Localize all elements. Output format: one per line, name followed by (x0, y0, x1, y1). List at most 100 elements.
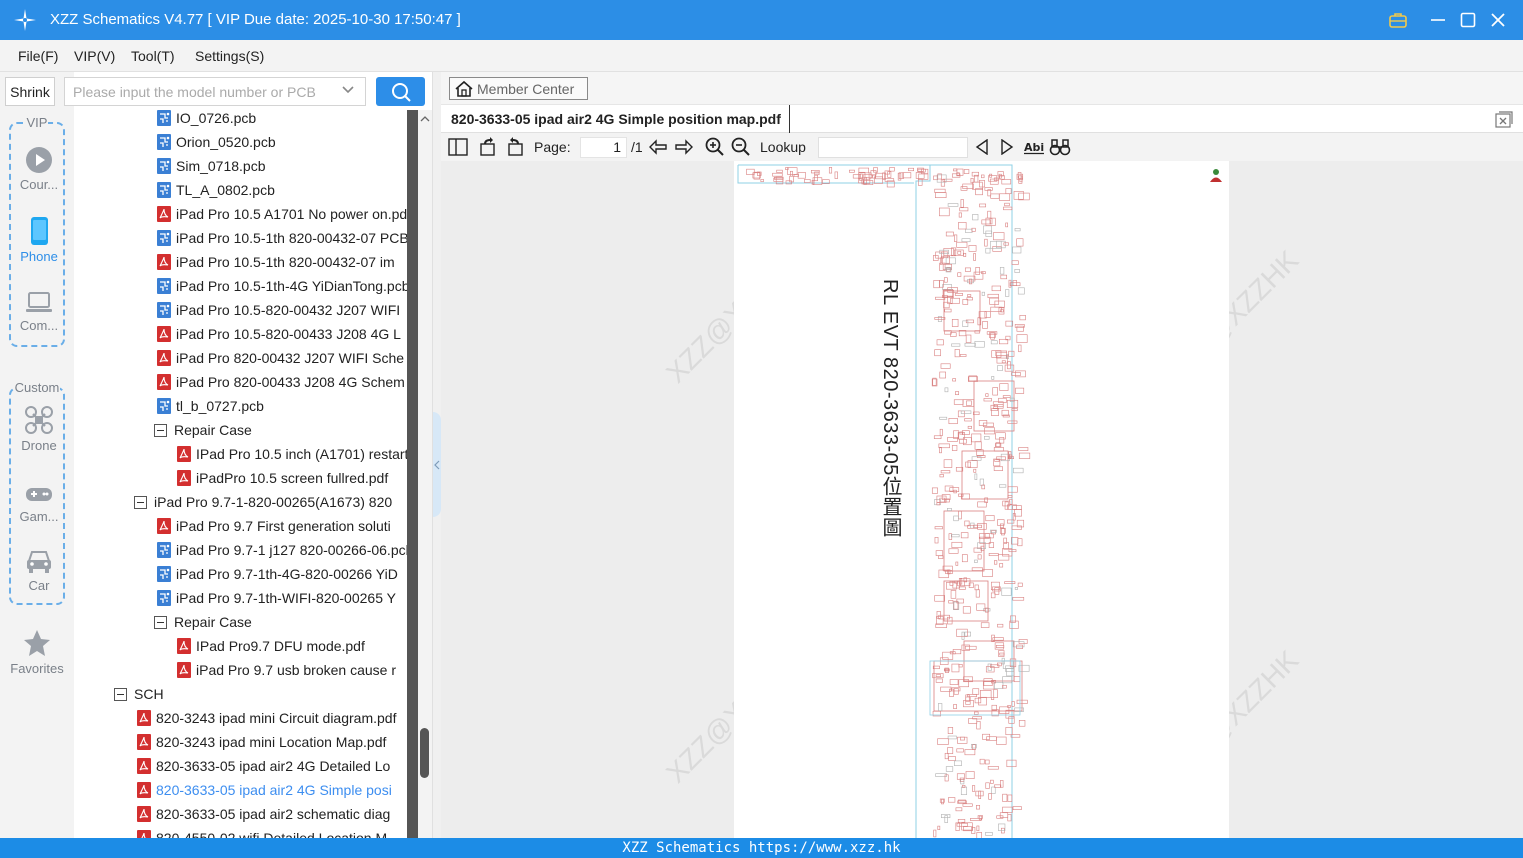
tree-file[interactable]: IPad Pro 10.5 inch (A1701) restart (176, 442, 408, 466)
zoom-in-button[interactable] (704, 137, 726, 157)
maximize-button[interactable] (1456, 8, 1480, 32)
pdf-file-icon (137, 806, 151, 822)
menu-vip[interactable]: VIP(V) (74, 48, 115, 64)
tree-file[interactable]: iPadPro 10.5 screen fullred.pdf (176, 466, 388, 490)
tree-file[interactable]: iPad Pro 10.5-1th 820-00432-07 PCB (156, 226, 409, 250)
collapse-toggle-icon[interactable] (154, 615, 167, 629)
rail-label-favorites: Favorites (10, 661, 64, 676)
home-icon (455, 80, 473, 97)
collapse-toggle-icon[interactable] (154, 423, 167, 437)
match-case-button[interactable]: Abi (1023, 137, 1045, 157)
tree-file[interactable]: Sim_0718.pcb (156, 154, 266, 178)
model-search-input[interactable]: Please input the model number or PCB (64, 77, 366, 106)
rail-item-favorites[interactable]: Favorites (9, 628, 65, 676)
rotate-right-button[interactable] (477, 137, 499, 157)
page-number-input[interactable]: 1 (580, 137, 627, 158)
custom-group-title: Custom (13, 380, 61, 395)
next-page-button[interactable] (673, 137, 695, 157)
rail-item-games[interactable]: Gam... (11, 482, 67, 524)
file-tree: IO_0726.pcb Orion_0520.pcb Sim_0718.pcb TL_… (74, 110, 416, 838)
zoom-out-button[interactable] (730, 137, 752, 157)
vip-group-title: VIP (25, 115, 49, 130)
find-next-button[interactable] (996, 137, 1018, 157)
tree-file[interactable]: 820-3633-05 ipad air2 4G Simple posi (136, 778, 392, 802)
sidebar-toggle-button[interactable] (447, 137, 469, 157)
tree-file[interactable]: iPad Pro 9.7-1th-WIFI-820-00265 Y (156, 586, 396, 610)
menu-tool[interactable]: Tool(T) (131, 48, 175, 64)
tree-item-label: iPad Pro 9.7-1th-WIFI-820-00265 Y (176, 590, 396, 606)
tree-file[interactable]: iPad Pro 9.7 First generation soluti (156, 514, 391, 538)
tree-file[interactable]: iPad Pro 9.7-1th-4G-820-00266 YiD (156, 562, 398, 586)
tree-file[interactable]: TL_A_0802.pcb (156, 178, 275, 202)
tree-file[interactable]: IPad Pro9.7 DFU mode.pdf (176, 634, 365, 658)
prev-page-button[interactable] (647, 137, 669, 157)
scroll-thumb[interactable] (420, 728, 429, 778)
tree-file[interactable]: iPad Pro 9.7-1 j127 820-00266-06.pcb (156, 538, 413, 562)
tree-file[interactable]: iPad Pro 10.5-1th-4G YiDianTong.pcb (156, 274, 409, 298)
rail-item-car[interactable]: Car (11, 547, 67, 593)
tree-file[interactable]: 820-3243 ipad mini Location Map.pdf (136, 730, 386, 754)
tree-file[interactable]: Orion_0520.pcb (156, 130, 276, 154)
rail-item-courses[interactable]: Cour... (11, 146, 67, 192)
tree-file[interactable]: 820-3633-05 ipad air2 schematic diag (136, 802, 390, 826)
document-tabs: 820-3633-05 ipad air2 4G Simple position… (441, 105, 1523, 133)
menu-settings[interactable]: Settings(S) (195, 48, 264, 64)
pcb-file-icon (157, 182, 171, 198)
play-icon (26, 147, 52, 173)
tree-folder[interactable]: SCH (114, 682, 164, 706)
rotate-left-button[interactable] (504, 137, 526, 157)
shrink-button[interactable]: Shrink (5, 77, 55, 106)
tree-item-label: IPad Pro 10.5 inch (A1701) restart (196, 446, 409, 462)
find-prev-button[interactable] (971, 137, 993, 157)
pcb-file-icon (157, 158, 171, 174)
search-button[interactable] (376, 77, 425, 106)
tree-file[interactable]: IO_0726.pcb (156, 110, 256, 130)
pdf-file-icon (157, 374, 171, 390)
panel-splitter[interactable] (432, 72, 441, 838)
tree-folder[interactable]: Repair Case (154, 610, 252, 634)
vip-bag-button[interactable] (1386, 8, 1410, 32)
rail-item-drone[interactable]: Drone (11, 405, 67, 453)
tree-file[interactable]: 820-3633-05 ipad air2 4G Detailed Lo (136, 754, 390, 778)
tree-file[interactable]: iPad Pro 820-00433 J208 4G Schem (156, 370, 405, 394)
tree-file[interactable]: 820-4550-02 wifi Detailed Location M (136, 826, 387, 838)
collapse-toggle-icon[interactable] (114, 687, 127, 701)
rail-item-computer[interactable]: Com... (11, 289, 67, 333)
rotate-left-icon (508, 137, 523, 156)
minimize-button[interactable] (1426, 8, 1450, 32)
rail-item-phone[interactable]: Phone (11, 216, 67, 264)
tree-item-label: 820-3243 ipad mini Circuit diagram.pdf (156, 710, 397, 726)
close-button[interactable] (1486, 8, 1510, 32)
chevron-down-icon[interactable] (341, 85, 355, 95)
menu-file[interactable]: File(F) (18, 48, 58, 64)
pdf-file-icon (177, 638, 191, 654)
tree-file[interactable]: iPad Pro 9.7 usb broken cause r (176, 658, 396, 682)
pdf-file-icon (177, 470, 191, 486)
tree-file[interactable]: iPad Pro 10.5-820-00432 J207 WIFI (156, 298, 400, 322)
scroll-up-icon[interactable] (420, 115, 430, 123)
tree-file[interactable]: tl_b_0727.pcb (156, 394, 264, 418)
tree-file[interactable]: 820-3243 ipad mini Circuit diagram.pdf (136, 706, 396, 730)
pdf-viewer[interactable]: XZZ@XZZHK XZZ@XZZHK XZZ@XZZHK XZZ@XZZHK … (441, 161, 1523, 838)
rail-label-phone: Phone (20, 249, 58, 264)
tree-folder[interactable]: Repair Case (154, 418, 252, 442)
member-center-button[interactable]: Member Center (449, 77, 588, 100)
minimize-icon (1431, 19, 1445, 21)
tree-file[interactable]: iPad Pro 10.5-1th 820-00432-07 im (156, 250, 395, 274)
close-tab-icon[interactable] (1495, 111, 1513, 128)
document-tab[interactable]: 820-3633-05 ipad air2 4G Simple position… (451, 105, 790, 133)
maximize-icon (1460, 12, 1476, 28)
collapse-toggle-icon[interactable] (134, 495, 147, 509)
find-all-button[interactable] (1049, 137, 1071, 157)
collapse-handle[interactable] (433, 412, 441, 517)
tree-item-label: tl_b_0727.pcb (176, 398, 264, 414)
lookup-input[interactable] (818, 137, 968, 158)
tree-folder[interactable]: iPad Pro 9.7-1-820-00265(A1673) 820 (134, 490, 392, 514)
tree-file[interactable]: iPad Pro 10.5-820-00433 J208 4G L (156, 322, 401, 346)
tree-scrollbar[interactable] (418, 110, 432, 838)
board-outline (737, 164, 1031, 838)
pdf-file-icon (137, 734, 151, 750)
tree-item-label: iPad Pro 10.5-1th 820-00432-07 PCB (176, 230, 409, 246)
tree-file[interactable]: iPad Pro 10.5 A1701 No power on.pdf (156, 202, 411, 226)
tree-file[interactable]: iPad Pro 820-00432 J207 WIFI Sche (156, 346, 404, 370)
